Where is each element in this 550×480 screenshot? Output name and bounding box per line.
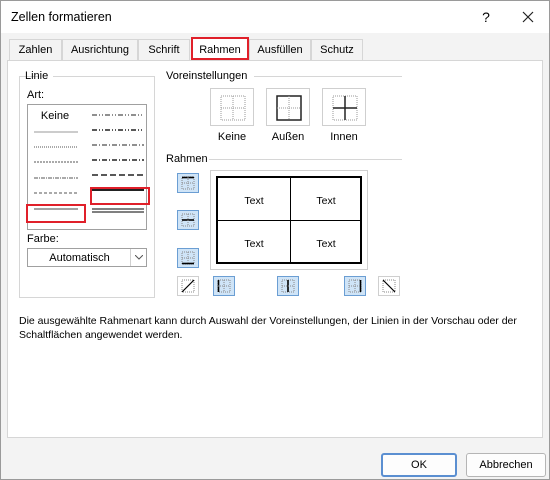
tab-schrift[interactable]: Schrift xyxy=(138,39,190,60)
format-cells-dialog: Zellen formatieren ? Zahlen Ausrichtung … xyxy=(0,0,550,480)
preset-outline-label: Außen xyxy=(271,131,305,143)
diagonal-up-icon xyxy=(181,279,195,293)
diagonal-down-icon xyxy=(382,279,396,293)
preset-none-label: Keine xyxy=(217,131,247,143)
border-top-button[interactable] xyxy=(177,173,199,193)
tab-rahmen[interactable]: Rahmen xyxy=(191,37,249,60)
preset-outline-button[interactable] xyxy=(266,88,310,126)
linie-separator xyxy=(53,76,155,77)
close-icon xyxy=(522,11,534,23)
preset-inside-button[interactable] xyxy=(322,88,366,126)
border-bottom-button[interactable] xyxy=(177,248,199,268)
border-bottom-icon xyxy=(181,251,195,265)
border-left-icon xyxy=(217,279,231,293)
title-bar: Zellen formatieren ? xyxy=(1,1,549,33)
rahmen-content: Linie Art: Keine Farbe: Automatisch Vore… xyxy=(7,60,543,438)
preview-inner-horizontal-line[interactable] xyxy=(218,220,360,221)
dialog-title: Zellen formatieren xyxy=(11,10,112,24)
tab-schutz[interactable]: Schutz xyxy=(311,39,363,60)
color-value: Automatisch xyxy=(49,252,110,264)
border-diagonal-up-button[interactable] xyxy=(177,276,199,296)
border-top-icon xyxy=(181,176,195,190)
chevron-down-icon xyxy=(135,255,143,260)
description-text: Die ausgewählte Rahmenart kann durch Aus… xyxy=(19,315,517,341)
linie-label: Linie xyxy=(25,70,49,82)
border-inside-vertical-button[interactable] xyxy=(277,276,299,296)
art-label: Art: xyxy=(27,89,45,101)
voreinstellungen-label: Voreinstellungen xyxy=(166,70,248,82)
border-inside-horizontal-button[interactable] xyxy=(177,210,199,230)
border-left-button[interactable] xyxy=(213,276,235,296)
border-right-button[interactable] xyxy=(344,276,366,296)
double-line-highlight xyxy=(26,204,86,223)
selected-style-highlight xyxy=(90,187,150,205)
preset-inside-label: Innen xyxy=(330,131,358,143)
preview-grid[interactable]: Text Text Text Text xyxy=(216,176,362,264)
dropdown-arrow[interactable] xyxy=(130,249,146,266)
preview-cell-text: Text xyxy=(244,195,264,207)
tab-ausfuellen[interactable]: Ausfüllen xyxy=(249,39,311,60)
preset-none-button[interactable] xyxy=(210,88,254,126)
preview-cell-text: Text xyxy=(316,195,336,207)
help-button[interactable]: ? xyxy=(471,5,501,29)
color-dropdown[interactable]: Automatisch xyxy=(27,248,147,267)
rahmen-separator xyxy=(209,159,402,160)
ok-button[interactable]: OK xyxy=(381,453,457,477)
tab-zahlen[interactable]: Zahlen xyxy=(9,39,62,60)
border-diagonal-down-button[interactable] xyxy=(378,276,400,296)
close-button[interactable] xyxy=(513,5,543,29)
border-inside-horizontal-icon xyxy=(181,213,195,227)
farbe-label: Farbe: xyxy=(27,233,59,245)
rahmen-label: Rahmen xyxy=(166,153,208,165)
cancel-button[interactable]: Abbrechen xyxy=(466,453,546,477)
border-inside-icon xyxy=(332,95,358,121)
border-inside-vertical-icon xyxy=(281,279,295,293)
preview-cell-text: Text xyxy=(316,238,336,250)
border-preview[interactable]: Text Text Text Text xyxy=(210,170,368,270)
preview-cell-text: Text xyxy=(244,238,264,250)
border-outline-icon xyxy=(276,95,302,121)
border-none-icon xyxy=(220,95,246,121)
tab-ausrichtung[interactable]: Ausrichtung xyxy=(62,39,138,60)
border-right-icon xyxy=(348,279,362,293)
voreinstellungen-separator xyxy=(254,76,402,77)
